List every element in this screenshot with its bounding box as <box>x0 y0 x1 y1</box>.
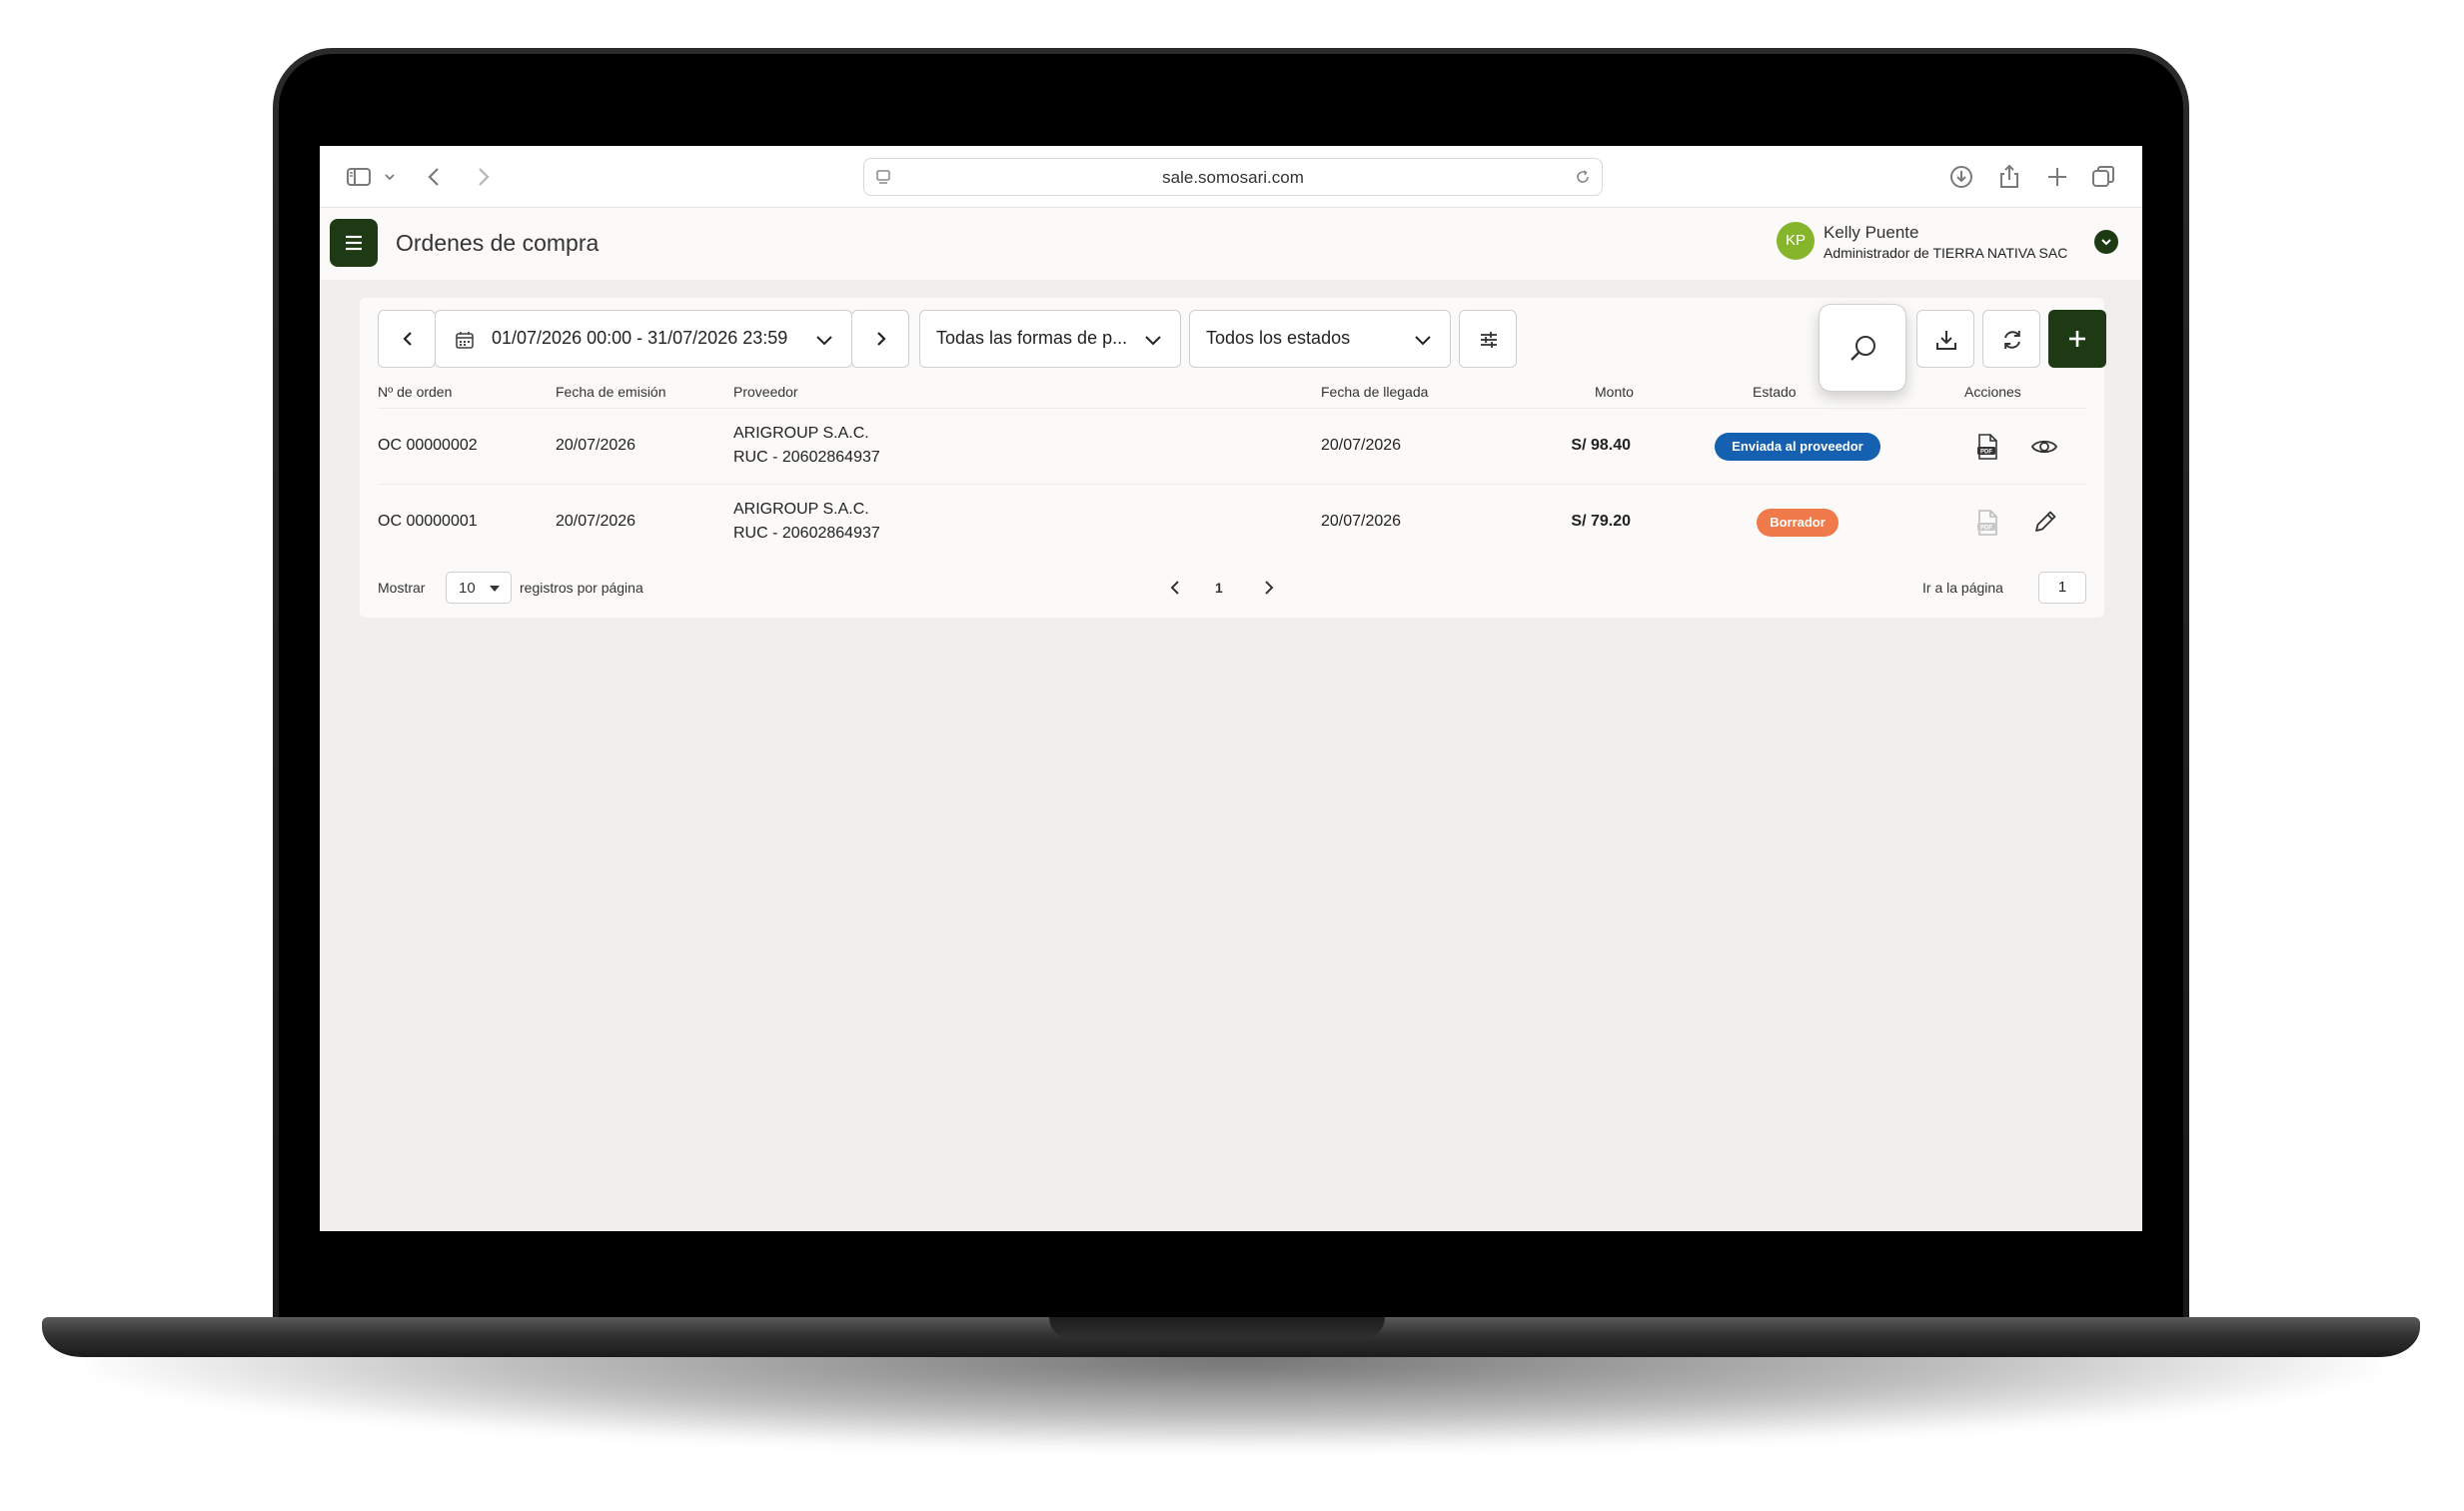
amount: S/ 79.20 <box>1571 513 1631 530</box>
supplier-ruc: RUC - 20602864937 <box>733 449 880 466</box>
plus-icon <box>2069 331 2085 347</box>
order-number: OC 00000001 <box>378 513 478 530</box>
issue-date: 20/07/2026 <box>556 513 636 530</box>
advanced-filters-button[interactable] <box>1459 310 1517 368</box>
next-page-icon[interactable] <box>1261 579 1277 597</box>
prev-page-icon[interactable] <box>1167 579 1183 597</box>
page-title: Ordenes de compra <box>396 230 600 256</box>
avatar[interactable]: KP <box>1777 222 1815 260</box>
per-page-suffix: registros por página <box>520 580 643 596</box>
plus-icon[interactable] <box>2042 162 2072 192</box>
user-role: Administrador de TIERRA NATIVA SAC <box>1824 245 2068 261</box>
app-header: Ordenes de compra KP Kelly Puente Admini… <box>320 208 2142 280</box>
column-header-supplier: Proveedor <box>733 384 798 400</box>
sync-icon <box>2004 331 2020 349</box>
table-row[interactable]: OC 00000001 20/07/2026 ARIGROUP S.A.C. R… <box>378 484 2086 560</box>
browser-toolbar: sale.somosari.com <box>320 146 2142 208</box>
screen: sale.somosari.com Ordenes de compra KP K… <box>320 146 2142 1231</box>
tabs-icon[interactable] <box>2088 162 2118 192</box>
status-value: Todos los estados <box>1206 328 1351 348</box>
reload-icon[interactable] <box>1574 168 1592 186</box>
date-range-value: 01/07/2026 00:00 - 31/07/2026 23:59 <box>492 328 788 348</box>
url-text: sale.somosari.com <box>1162 168 1304 187</box>
menu-icon <box>346 235 362 251</box>
sidebar-icon[interactable] <box>344 162 374 192</box>
eye-icon[interactable] <box>2030 435 2058 459</box>
status-badge: Enviada al proveedor <box>1715 433 1880 461</box>
caret-down-icon <box>490 586 500 592</box>
status-select[interactable]: Todos los estados <box>1189 310 1451 368</box>
forward-icon[interactable] <box>468 162 498 192</box>
payment-method-select[interactable]: Todas las formas de p... <box>919 310 1181 368</box>
search-button[interactable] <box>1819 304 1906 392</box>
goto-label: Ir a la página <box>1922 580 2003 596</box>
address-bar[interactable]: sale.somosari.com <box>863 158 1603 196</box>
chevron-right-icon <box>877 332 886 346</box>
column-header-amount: Monto <box>1595 384 1634 400</box>
svg-text:PDF: PDF <box>1980 526 1992 532</box>
column-header-arrival-date: Fecha de llegada <box>1321 384 1429 400</box>
search-icon <box>1850 336 1875 361</box>
menu-button[interactable] <box>330 219 378 267</box>
supplier-name: ARIGROUP S.A.C. <box>733 501 869 518</box>
column-header-issue-date: Fecha de emisión <box>556 384 666 400</box>
chevron-down-icon <box>1145 336 1161 346</box>
pencil-icon[interactable] <box>2032 509 2058 535</box>
issue-date: 20/07/2026 <box>556 437 636 454</box>
order-number: OC 00000002 <box>378 437 478 454</box>
chevron-down-icon <box>816 336 832 346</box>
prev-period-button[interactable] <box>378 310 436 368</box>
add-order-button[interactable] <box>2048 310 2106 368</box>
download-icon <box>1936 331 1956 350</box>
chevron-down-icon <box>1415 336 1431 346</box>
user-menu-toggle[interactable] <box>2094 230 2118 254</box>
svg-text:PDF: PDF <box>1980 450 1992 456</box>
refresh-button[interactable] <box>1982 310 2040 368</box>
chevron-down-icon[interactable] <box>382 162 398 192</box>
goto-page-input[interactable]: 1 <box>2038 572 2086 604</box>
download-icon[interactable] <box>1946 162 1976 192</box>
date-range-picker[interactable]: 01/07/2026 00:00 - 31/07/2026 23:59 <box>435 310 852 368</box>
share-icon[interactable] <box>1994 162 2024 192</box>
laptop-notch <box>1049 1317 1385 1339</box>
chevron-left-icon <box>403 332 412 346</box>
orders-card: 01/07/2026 00:00 - 31/07/2026 23:59 Toda… <box>360 298 2106 618</box>
column-header-status: Estado <box>1753 384 1797 400</box>
pdf-icon[interactable]: PDF <box>1974 509 2000 537</box>
current-page[interactable]: 1 <box>1215 580 1223 596</box>
export-button[interactable] <box>1916 310 1974 368</box>
pdf-icon[interactable]: PDF <box>1974 433 2000 461</box>
back-icon[interactable] <box>420 162 450 192</box>
user-name: Kelly Puente <box>1824 223 1919 242</box>
column-header-actions: Acciones <box>1964 384 2021 400</box>
table-row[interactable]: OC 00000002 20/07/2026 ARIGROUP S.A.C. R… <box>378 408 2086 484</box>
payment-method-value: Todas las formas de p... <box>936 328 1128 348</box>
per-page-value: 10 <box>459 580 476 597</box>
next-period-button[interactable] <box>851 310 909 368</box>
per-page-select[interactable]: 10 <box>446 572 512 604</box>
column-header-order: Nº de orden <box>378 384 453 400</box>
supplier-name: ARIGROUP S.A.C. <box>733 425 869 442</box>
amount: S/ 98.40 <box>1571 437 1631 454</box>
status-badge: Borrador <box>1757 509 1839 537</box>
chevron-down-icon <box>2101 239 2111 246</box>
supplier-ruc: RUC - 20602864937 <box>733 525 880 542</box>
show-label: Mostrar <box>378 580 426 596</box>
arrival-date: 20/07/2026 <box>1321 513 1402 530</box>
sliders-icon <box>1481 332 1497 348</box>
calendar-icon <box>456 332 474 349</box>
arrival-date: 20/07/2026 <box>1321 437 1402 454</box>
